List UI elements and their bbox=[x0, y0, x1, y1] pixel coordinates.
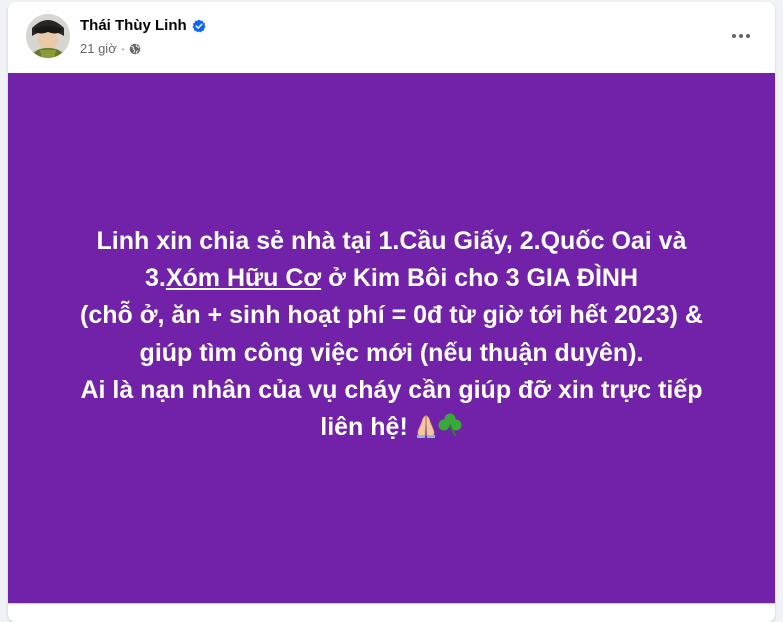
author-avatar[interactable] bbox=[26, 14, 70, 58]
post-line: Ai là nạn nhân của vụ cháy cần giúp đỡ x… bbox=[80, 375, 703, 404]
post-line-suffix: ở Kim Bôi cho 3 GIA ĐÌNH bbox=[321, 263, 639, 292]
author-name[interactable]: Thái Thùy Linh bbox=[80, 17, 187, 34]
post-timestamp[interactable]: 21 giờ bbox=[80, 41, 117, 56]
post-line: 3.Xóm Hữu Cơ ở Kim Bôi cho 3 GIA ĐÌNH bbox=[32, 260, 752, 297]
post-line: (chỗ ở, ăn + sinh hoạt phí = 0đ từ giờ t… bbox=[80, 301, 703, 330]
xom-huu-co-link[interactable]: Xóm Hữu Cơ bbox=[166, 264, 321, 292]
meta-separator: · bbox=[120, 41, 126, 56]
folded-hands-icon bbox=[416, 415, 435, 439]
post-line-last: liên hệ! bbox=[32, 409, 752, 446]
post-footer bbox=[8, 603, 775, 622]
post-background: Linh xin chia sẻ nhà tại 1.Cầu Giấy, 2.Q… bbox=[8, 73, 775, 603]
shamrock-icon bbox=[438, 413, 462, 437]
verified-badge-icon bbox=[192, 18, 206, 32]
post-card: Thái Thùy Linh 21 giờ · Linh xin chia sẻ… bbox=[8, 2, 775, 622]
post-line-prefix: 3. bbox=[144, 263, 166, 292]
post-line: Linh xin chia sẻ nhà tại 1.Cầu Giấy, 2.Q… bbox=[96, 226, 687, 255]
post-line: liên hệ! bbox=[320, 413, 408, 442]
more-options-icon[interactable] bbox=[725, 22, 757, 50]
post-header: Thái Thùy Linh 21 giờ · bbox=[8, 2, 775, 72]
globe-icon[interactable] bbox=[129, 43, 141, 55]
post-line: giúp tìm công việc mới (nếu thuận duyên)… bbox=[139, 338, 644, 367]
post-text: Linh xin chia sẻ nhà tại 1.Cầu Giấy, 2.Q… bbox=[32, 223, 752, 447]
